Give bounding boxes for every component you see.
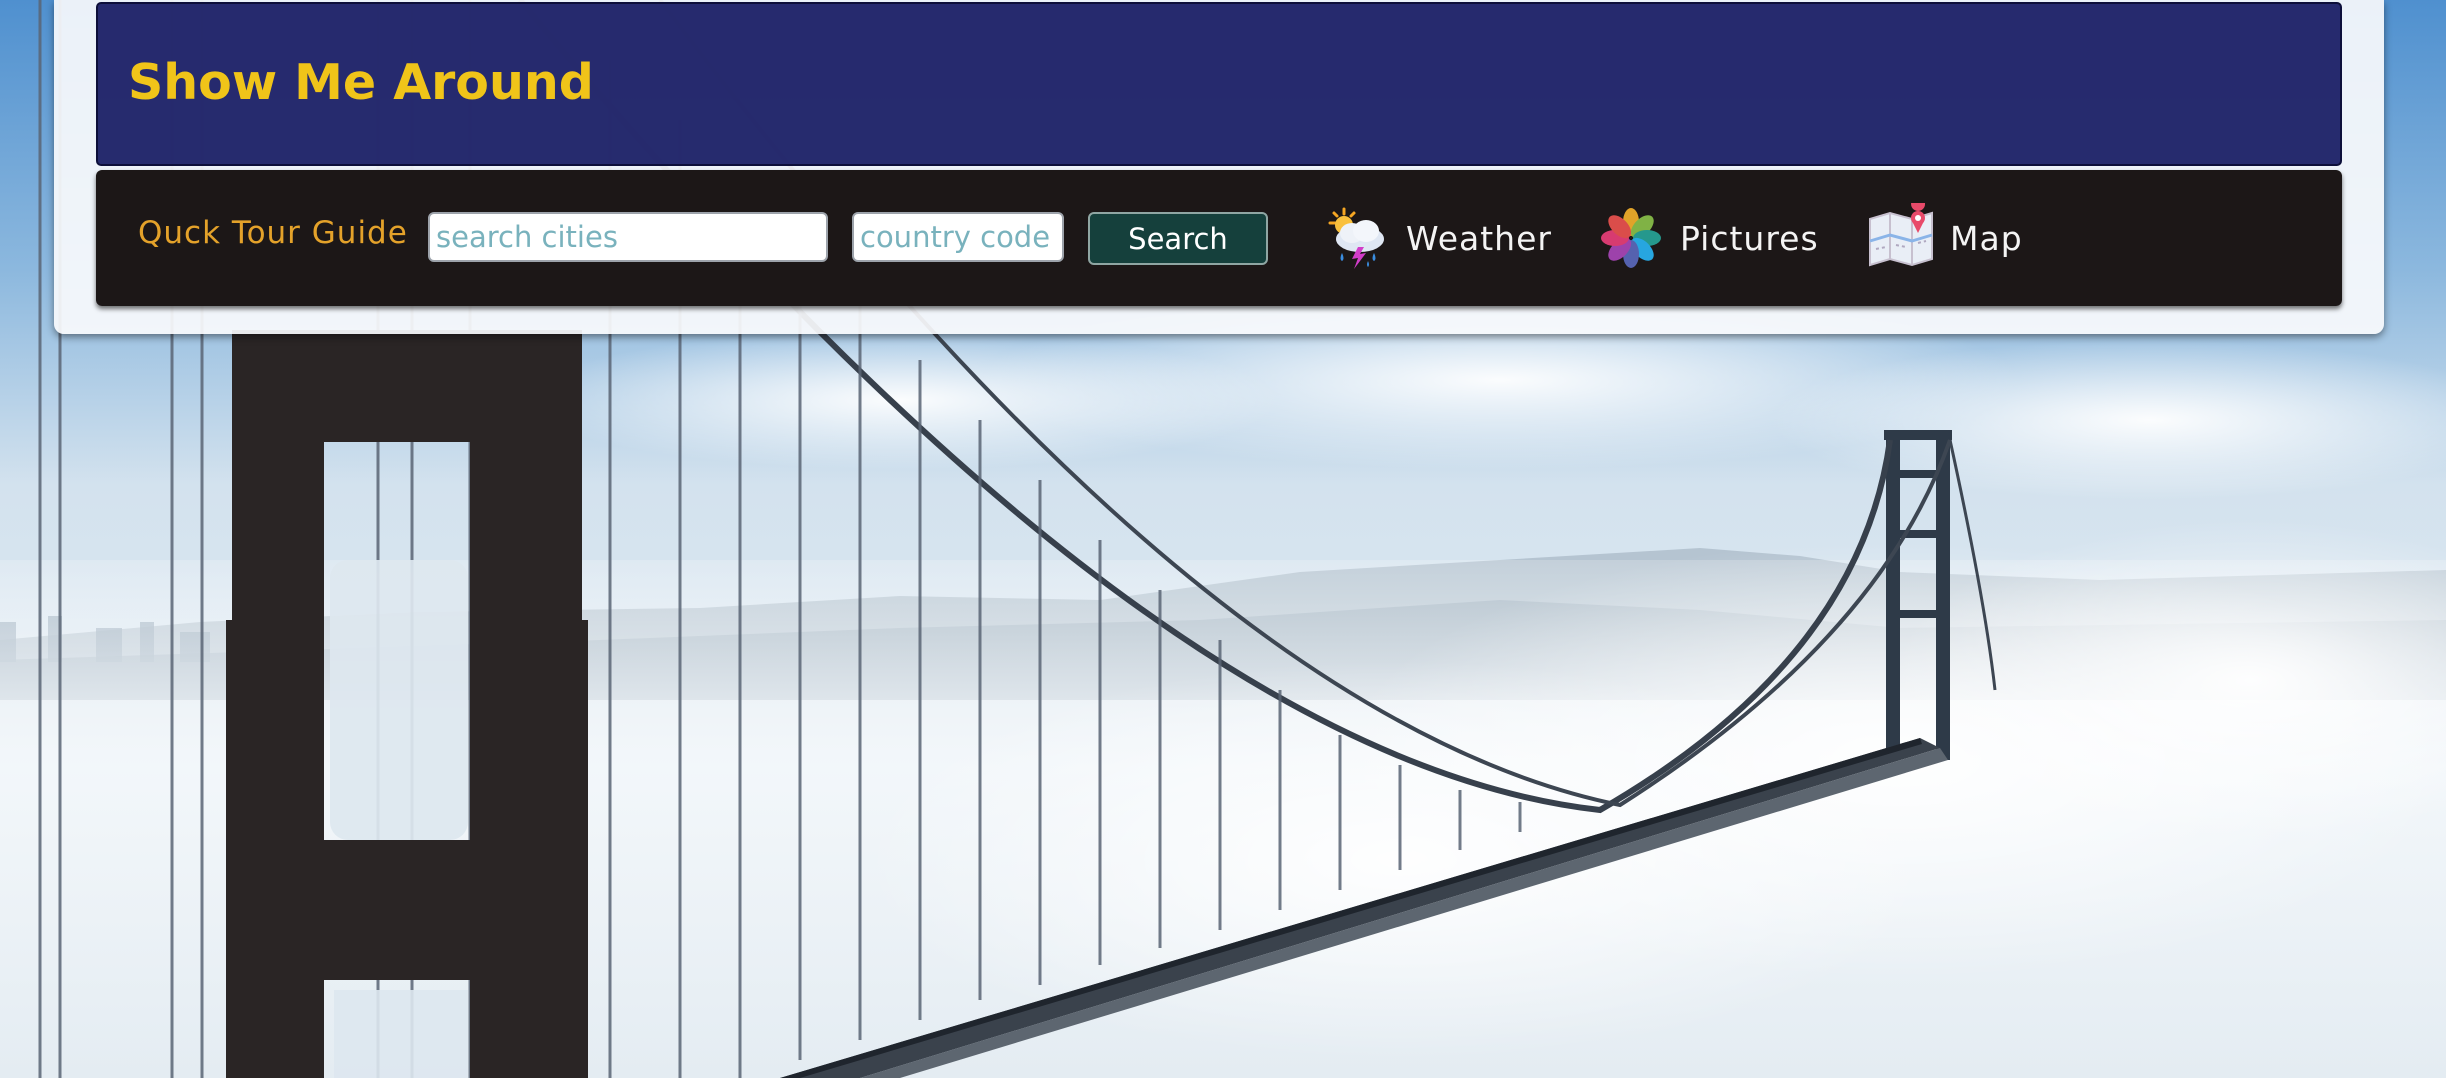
country-code-input[interactable] [852, 212, 1064, 262]
search-button[interactable]: Search [1088, 212, 1268, 265]
page-title: Show Me Around [128, 54, 594, 111]
nav-link-map[interactable]: Map [1866, 200, 2023, 276]
pictures-icon [1601, 208, 1661, 268]
nav-bar: Quck Tour Guide Search Weather [96, 170, 2342, 306]
nav-link-map-label: Map [1950, 218, 2023, 258]
nav-link-pictures-label: Pictures [1680, 218, 1819, 258]
title-bar: Show Me Around [96, 2, 2342, 166]
city-search-input[interactable] [428, 212, 828, 262]
map-icon [1869, 203, 1933, 267]
brand-label: Quck Tour Guide [138, 215, 408, 251]
weather-icon [1328, 207, 1384, 269]
nav-link-weather-label: Weather [1406, 218, 1552, 258]
nav-link-pictures[interactable]: Pictures [1596, 200, 1819, 276]
nav-link-weather[interactable]: Weather [1322, 200, 1552, 276]
